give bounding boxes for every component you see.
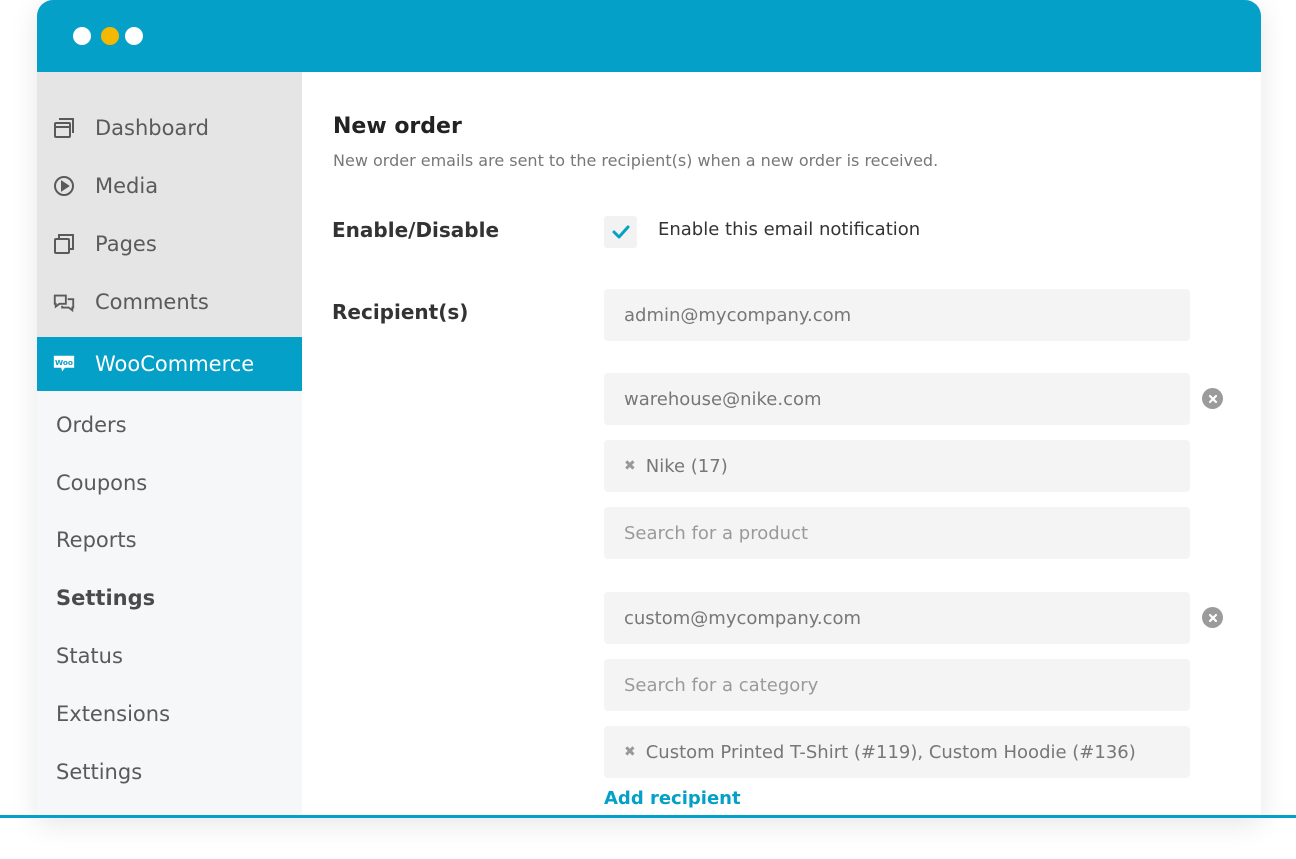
product-search-input[interactable] (604, 507, 1190, 559)
recipients-label: Recipient(s) (332, 300, 469, 324)
comments-icon (52, 290, 76, 314)
submenu-item-settings[interactable]: Settings (56, 757, 142, 787)
page-title: New order (333, 114, 462, 139)
enable-disable-label: Enable/Disable (332, 218, 500, 242)
submenu-item-settings-active[interactable]: Settings (56, 583, 155, 613)
checkmark-icon (612, 225, 629, 239)
woocommerce-icon: Woo (52, 352, 76, 376)
group1-product-tags[interactable]: ✖ Nike (17) (604, 440, 1190, 492)
submenu-item-orders[interactable]: Orders (56, 410, 127, 440)
pages-icon (52, 232, 76, 256)
dashboard-icon (52, 116, 76, 140)
sidebar-item-pages[interactable]: Pages (37, 217, 302, 271)
settings-panel: New order New order emails are sent to t… (302, 72, 1261, 818)
bottom-accent-line (0, 815, 1296, 818)
close-icon (1208, 394, 1217, 403)
submenu-item-extensions[interactable]: Extensions (56, 699, 170, 729)
group2-email-field[interactable]: custom@mycompany.com (604, 592, 1190, 644)
remove-group1-button[interactable] (1202, 388, 1223, 409)
window-maximize-dot[interactable] (125, 27, 143, 45)
category-search-input[interactable] (604, 659, 1190, 711)
submenu-item-coupons[interactable]: Coupons (56, 468, 147, 498)
submenu-item-reports[interactable]: Reports (56, 525, 137, 555)
product-tag: Nike (17) (645, 455, 728, 477)
add-recipient-link[interactable]: Add recipient (604, 788, 741, 809)
group1-email-field[interactable]: warehouse@nike.com (604, 373, 1190, 425)
app-window: Dashboard Media Pages Comments Woo WooCo… (37, 0, 1261, 818)
svg-text:Woo: Woo (55, 358, 73, 367)
sidebar-item-comments[interactable]: Comments (37, 275, 302, 329)
play-icon (52, 174, 76, 198)
window-close-dot[interactable] (73, 27, 91, 45)
enable-notification-checkbox[interactable] (604, 216, 637, 248)
sidebar-item-label: Dashboard (95, 116, 209, 140)
sidebar-item-woocommerce[interactable]: Woo WooCommerce (37, 337, 302, 391)
remove-tag-icon[interactable]: ✖ (624, 458, 636, 474)
group2-product-tags[interactable]: ✖ Custom Printed T-Shirt (#119), Custom … (604, 726, 1190, 778)
recipient-email-field[interactable]: admin@mycompany.com (604, 289, 1190, 341)
group1-email-value: warehouse@nike.com (624, 388, 822, 410)
group2-email-value: custom@mycompany.com (624, 607, 862, 629)
sidebar-item-label: Comments (95, 290, 209, 314)
submenu-item-status[interactable]: Status (56, 641, 123, 671)
recipient-email-value: admin@mycompany.com (624, 304, 852, 326)
enable-notification-label: Enable this email notification (658, 219, 921, 240)
remove-tag-icon[interactable]: ✖ (624, 744, 636, 760)
sidebar-item-media[interactable]: Media (37, 159, 302, 213)
close-icon (1208, 613, 1217, 622)
sidebar-item-label: WooCommerce (95, 352, 255, 376)
title-bar (37, 0, 1261, 72)
page-description: New order emails are sent to the recipie… (333, 151, 939, 170)
window-minimize-dot[interactable] (101, 27, 119, 45)
sidebar-item-dashboard[interactable]: Dashboard (37, 101, 302, 155)
remove-group2-button[interactable] (1202, 607, 1223, 628)
sidebar-item-label: Media (95, 174, 159, 198)
product-tag: Custom Printed T-Shirt (#119), Custom Ho… (645, 741, 1136, 763)
sidebar-item-label: Pages (95, 232, 157, 256)
